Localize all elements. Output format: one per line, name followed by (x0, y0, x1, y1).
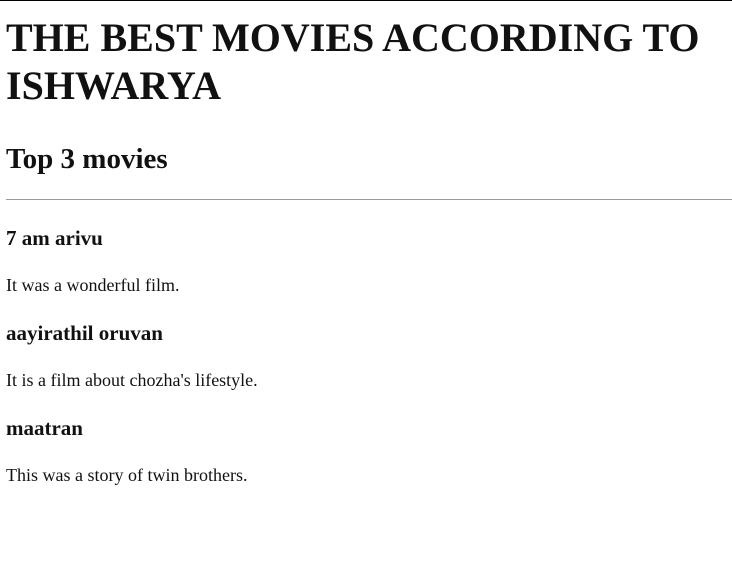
movie-item: 7 am arivu It was a wonderful film. (6, 225, 726, 296)
movie-description: It was a wonderful film. (6, 275, 180, 295)
movie-description: It is a film about chozha's lifestyle. (6, 370, 258, 390)
movie-description: This was a story of twin brothers. (6, 465, 248, 485)
page-subtitle: Top 3 movies (6, 143, 168, 175)
movie-item: maatran This was a story of twin brother… (6, 415, 726, 486)
movie-title: 7 am arivu (6, 226, 103, 250)
section-divider (6, 199, 732, 200)
movie-title: maatran (6, 416, 83, 440)
page-content: THE BEST MOVIES ACCORDING TO ISHWARYA To… (0, 14, 732, 486)
movie-item: aayirathil oruvan It is a film about cho… (6, 320, 726, 391)
movie-list: 7 am arivu It was a wonderful film. aayi… (6, 225, 726, 486)
page-title: THE BEST MOVIES ACCORDING TO ISHWARYA (6, 15, 700, 108)
movie-title: aayirathil oruvan (6, 321, 163, 345)
